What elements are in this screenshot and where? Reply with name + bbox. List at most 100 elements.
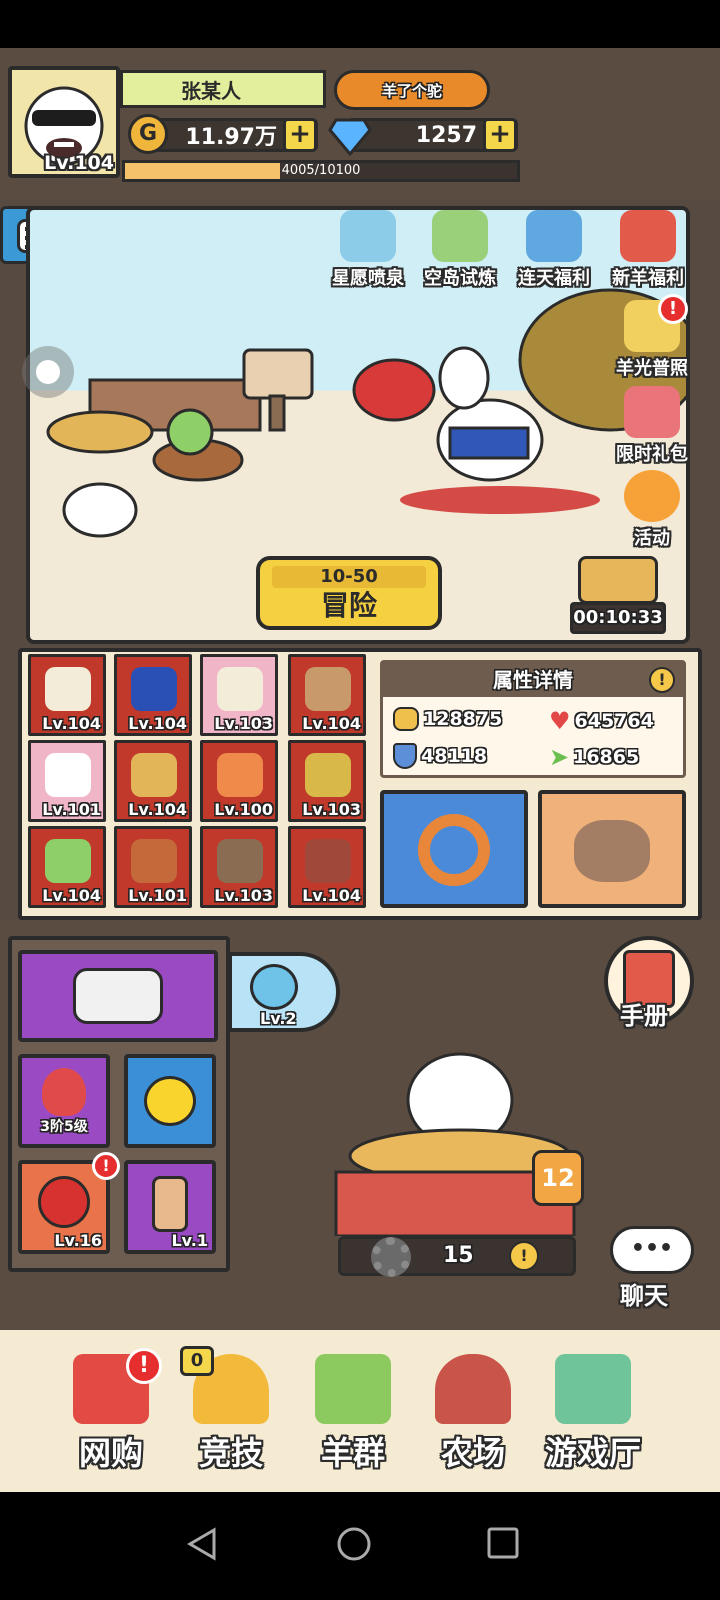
add-gold-button[interactable]: + [283, 118, 317, 152]
candy-icon [73, 968, 163, 1024]
diamond-amount: 1257 [415, 122, 477, 148]
exp-text: 4005/10100 [281, 163, 361, 178]
gold-amount: 11.97万 [185, 125, 277, 150]
gate-icon [305, 839, 351, 883]
nest-count: 15 [443, 1243, 474, 1268]
cabbage-icon [45, 839, 91, 883]
back-icon[interactable] [186, 1526, 218, 1562]
ring-slot[interactable] [380, 790, 528, 908]
nav-game-hall-label: 游戏厅 [544, 1434, 641, 1472]
flame-icon [42, 1068, 86, 1116]
nest-counter: 15 ! [338, 1236, 576, 1277]
exp-bar: 4005/10100 [122, 160, 520, 182]
newbie-welfare-label: 新羊福利 [612, 268, 684, 289]
adventure-label: 冒险 [320, 589, 377, 622]
island-icon [432, 210, 488, 262]
pot-icon [305, 667, 351, 711]
equipment-level: Lv.103 [302, 800, 361, 819]
parrot-icon [38, 1176, 90, 1228]
attribute-panel[interactable]: 属性详情 ! 128875 ♥ 645764 48118 ➤ 16865 [380, 660, 686, 778]
chat-label: 聊天 [620, 1282, 668, 1310]
equipment-slot[interactable]: Lv.100 [200, 740, 278, 822]
system-navigation-bar [0, 1492, 720, 1600]
attack-stat: 128875 [393, 707, 502, 731]
info-icon[interactable]: ! [649, 667, 675, 693]
item-tier: 3阶5级 [40, 1119, 88, 1135]
adventure-stage: 10-50 [272, 566, 426, 588]
equipment-level: Lv.103 [214, 886, 273, 905]
pitchfork-icon [217, 839, 263, 883]
speed-value: 16865 [573, 746, 640, 768]
tiered-item[interactable]: 3阶5级 [18, 1054, 110, 1148]
barn-icon [435, 1354, 511, 1424]
nav-farm[interactable]: 农场 [418, 1354, 528, 1474]
sky-island-button[interactable]: 空岛试炼 [420, 210, 500, 290]
daily-welfare-button[interactable]: 连天福利 [514, 210, 594, 290]
bowl-icon [217, 667, 263, 711]
player-level: Lv.104 [44, 152, 114, 174]
equipment-level: Lv.104 [42, 886, 101, 905]
player-name: 张某人 [120, 70, 326, 108]
equipment-level: Lv.100 [214, 800, 273, 819]
gift-box-icon [526, 210, 582, 262]
alert-icon: ! [92, 1152, 120, 1180]
chat-bubble-icon[interactable]: ••• [610, 1226, 694, 1274]
exp-fill [125, 163, 281, 179]
arena-count-badge: 0 [180, 1346, 214, 1376]
alert-icon: ! [126, 1348, 162, 1384]
equipment-slot[interactable]: Lv.101 [114, 826, 192, 908]
nav-game-hall[interactable]: 游戏厅 [538, 1354, 648, 1474]
pet-slot[interactable]: Lv.2 [228, 952, 340, 1032]
cat-icon [45, 753, 91, 797]
equipment-level: Lv.104 [302, 886, 361, 905]
equipment-slot[interactable]: Lv.103 [288, 740, 366, 822]
comb-item[interactable]: Lv.1 [124, 1160, 216, 1254]
sheep-nest-illustration[interactable] [330, 1036, 590, 1236]
add-diamond-button[interactable]: + [483, 118, 517, 152]
blue-flame-icon [131, 667, 177, 711]
nav-shop-label: 网购 [78, 1434, 143, 1472]
recents-icon[interactable] [486, 1526, 520, 1560]
adventure-button[interactable]: 10-50 冒险 [256, 556, 442, 630]
fountain-icon [340, 210, 396, 262]
treasure-chest-icon[interactable] [578, 556, 658, 604]
player-title-badge[interactable]: 羊了个驼 [334, 70, 490, 110]
equipment-slot[interactable]: Lv.104 [28, 654, 106, 736]
limited-gift-button[interactable]: 限时礼包 [612, 386, 692, 466]
diamond-icon [328, 118, 372, 156]
duck-item[interactable] [124, 1054, 216, 1148]
hp-value: 645764 [574, 710, 654, 732]
equipment-level: Lv.103 [214, 714, 273, 733]
pinwheel-icon [624, 470, 680, 522]
attribute-title: 属性详情 [383, 663, 683, 697]
equipment-slot[interactable]: Lv.104 [114, 740, 192, 822]
info-icon[interactable]: ! [509, 1241, 539, 1271]
home-icon[interactable] [336, 1526, 372, 1562]
equipment-slot[interactable]: Lv.104 [114, 654, 192, 736]
flower-pot-icon [217, 753, 263, 797]
equipment-slot[interactable]: Lv.101 [28, 740, 106, 822]
activity-label: 活动 [634, 528, 670, 549]
equipment-slot[interactable]: Lv.103 [200, 826, 278, 908]
candy-item[interactable] [18, 950, 218, 1042]
equipment-slot[interactable]: Lv.104 [288, 826, 366, 908]
activity-button[interactable]: 活动 [612, 470, 692, 550]
floating-ball[interactable] [22, 346, 74, 398]
nest-level-badge: 12 [532, 1150, 584, 1206]
daily-welfare-label: 连天福利 [518, 268, 590, 289]
equipment-slot[interactable]: Lv.104 [28, 826, 106, 908]
gear-icon[interactable] [371, 1237, 411, 1277]
pet-level: Lv.2 [260, 1009, 297, 1028]
equipment-slot[interactable]: Lv.104 [288, 654, 366, 736]
equipment-level: Lv.101 [128, 886, 187, 905]
comb-icon [152, 1176, 188, 1232]
locked-slot[interactable] [538, 790, 686, 908]
fishbowl-icon [250, 964, 298, 1010]
equipment-slot[interactable]: Lv.103 [200, 654, 278, 736]
gold-coin-icon: G [128, 114, 168, 154]
wishing-fountain-button[interactable]: 星愿喷泉 [328, 210, 408, 290]
speed-stat: ➤ 16865 [549, 743, 639, 771]
newbie-welfare-button[interactable]: 新羊福利 [608, 210, 688, 290]
nav-flock[interactable]: 羊群 [298, 1354, 408, 1474]
player-avatar[interactable]: Lv.104 [8, 66, 120, 178]
